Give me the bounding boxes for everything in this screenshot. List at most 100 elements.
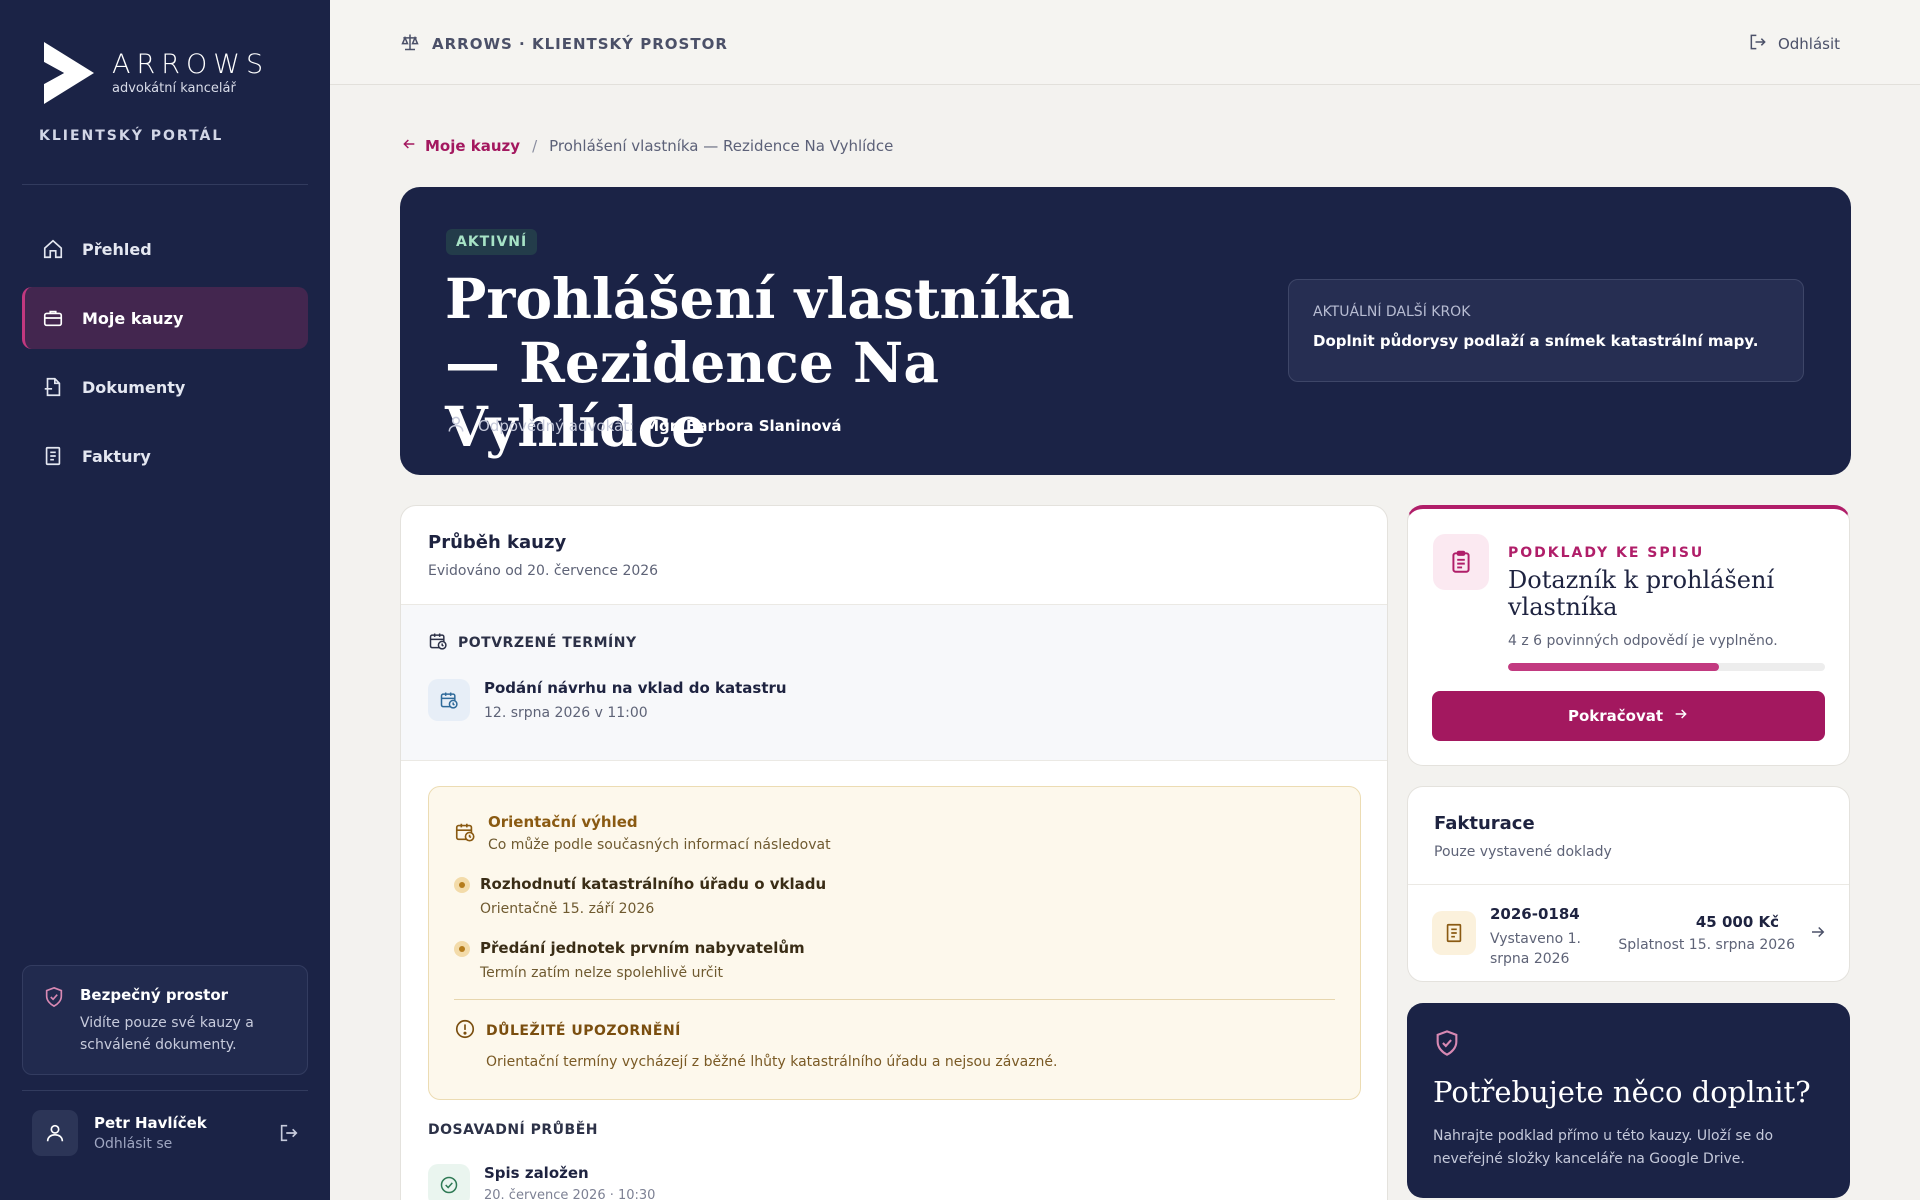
- breadcrumb-back-link[interactable]: Moje kauzy: [401, 136, 520, 156]
- sidebar-divider: [22, 1090, 308, 1091]
- term-date: 12. srpna 2026 v 11:00: [484, 705, 648, 721]
- check-circle-icon: [428, 1164, 470, 1200]
- brand-logo[interactable]: ARROWS advokátní kancelář: [40, 40, 269, 106]
- logout-button[interactable]: Odhlásit: [1748, 32, 1840, 56]
- next-step-text: Doplnit půdorysy podlaží a snímek katast…: [1313, 332, 1759, 350]
- outlook-divider: [454, 999, 1335, 1000]
- warning-text: Orientační termíny vycházejí z běžné lhů…: [486, 1054, 1058, 1070]
- invoice-due: Splatnost 15. srpna 2026: [1618, 937, 1795, 953]
- sidebar-divider: [22, 184, 308, 185]
- secure-space-box: Bezpečný prostor Vidíte pouze své kauzy …: [22, 965, 308, 1075]
- invoice-icon: [1432, 911, 1476, 955]
- outlook-box: Orientační výhled Co může podle současný…: [428, 786, 1361, 1100]
- arrow-right-icon: [1809, 923, 1827, 945]
- list-item: Rozhodnutí katastrálního úřadu o vkladu …: [454, 875, 1335, 917]
- confirmed-terms-label: POTVRZENÉ TERMÍNY: [428, 631, 1360, 655]
- case-progress-card: Průběh kauzy Evidováno od 20. července 2…: [400, 505, 1388, 1200]
- term-title: Podání návrhu na vklad do katastru: [484, 679, 787, 697]
- secure-space-title: Bezpečný prostor: [80, 986, 229, 1004]
- invoice-row[interactable]: 2026-0184 Vystaveno 1. srpna 2026 45 000…: [1408, 885, 1849, 981]
- upload-help-card: Potřebujete něco doplnit? Nahrajte podkl…: [1407, 1003, 1850, 1198]
- next-step-box: AKTUÁLNÍ DALŠÍ KROK Doplnit půdorysy pod…: [1288, 279, 1804, 382]
- shield-check-icon: [43, 986, 65, 1012]
- outlook-item-title: Předání jednotek prvním nabyvatelům: [480, 939, 805, 957]
- outlook-title: Orientační výhled: [488, 813, 638, 831]
- arrow-left-icon: [401, 136, 417, 156]
- status-badge: AKTIVNÍ: [446, 229, 538, 255]
- outlook-item-title: Rozhodnutí katastrálního úřadu o vkladu: [480, 875, 827, 893]
- continue-button[interactable]: Pokračovat: [1432, 691, 1825, 741]
- invoice-issued: Vystaveno 1. srpna 2026: [1490, 931, 1581, 967]
- help-text: Nahrajte podklad přímo u této kauzy. Ulo…: [1433, 1128, 1774, 1167]
- warning-title: DŮLEŽITÉ UPOZORNĚNÍ: [454, 1018, 1335, 1044]
- user-panel: Petr Havlíček Odhlásit se: [32, 1110, 302, 1156]
- alert-circle-icon: [454, 1018, 476, 1044]
- brand-name: ARROWS: [112, 48, 270, 80]
- sidebar-item-label: Dokumenty: [82, 377, 186, 397]
- questionnaire-kicker: PODKLADY KE SPISU: [1508, 545, 1705, 561]
- invoices-title: Fakturace: [1434, 813, 1535, 834]
- shield-check-icon: [1433, 1029, 1461, 1061]
- case-progress-subtitle: Evidováno od 20. července 2026: [428, 563, 659, 579]
- sidebar-item-documents[interactable]: Dokumenty: [22, 356, 308, 418]
- sidebar: ARROWS advokátní kancelář KLIENTSKÝ PORT…: [0, 0, 330, 1200]
- breadcrumb-separator: /: [532, 137, 538, 155]
- list-item: Předání jednotek prvním nabyvatelům Term…: [454, 939, 1335, 981]
- bullet-dot-icon: [454, 877, 470, 893]
- sidebar-item-label: Faktury: [82, 446, 151, 466]
- logout-icon[interactable]: [276, 1120, 302, 1146]
- sidebar-item-overview[interactable]: Přehled: [22, 218, 308, 280]
- case-hero: AKTIVNÍ Prohlášení vlastníka — Rezidence…: [400, 187, 1851, 475]
- questionnaire-card: PODKLADY KE SPISU Dotazník k prohlášení …: [1407, 505, 1850, 766]
- sidebar-item-my-cases[interactable]: Moje kauzy: [22, 287, 308, 349]
- list-item: Podání návrhu na vklad do katastru 12. s…: [428, 679, 1360, 721]
- case-progress-title: Průběh kauzy: [428, 532, 567, 553]
- breadcrumb: Moje kauzy / Prohlášení vlastníka — Rezi…: [401, 136, 893, 156]
- scales-icon: [400, 32, 420, 56]
- list-item: Spis založen 20. července 2026 · 10:30: [428, 1164, 655, 1200]
- questionnaire-progress-bar: [1508, 663, 1825, 671]
- sidebar-nav: Přehled Moje kauzy Dokumenty Faktury: [22, 218, 308, 494]
- calendar-clock-icon: [428, 679, 470, 721]
- sidebar-item-invoices[interactable]: Faktury: [22, 425, 308, 487]
- user-logout-link[interactable]: Odhlásit se: [94, 1136, 276, 1152]
- brand-subtitle: advokátní kancelář: [112, 80, 236, 96]
- questionnaire-progress-text: 4 z 6 povinných odpovědí je vyplněno.: [1508, 633, 1778, 649]
- top-bar: ARROWS · KLIENTSKÝ PROSTOR Odhlásit: [330, 0, 1920, 85]
- outlook-item-subtitle: Orientačně 15. září 2026: [480, 901, 655, 917]
- outlook-subtitle: Co může podle současných informací násle…: [488, 837, 831, 853]
- invoices-subtitle: Pouze vystavené doklady: [1434, 844, 1612, 860]
- questionnaire-progress-fill: [1508, 663, 1720, 671]
- breadcrumb-current: Prohlášení vlastníka — Rezidence Na Vyhl…: [549, 137, 894, 155]
- questionnaire-title: Dotazník k prohlášení vlastníka: [1508, 566, 1775, 621]
- outlook-item-subtitle: Termín zatím nelze spolehlivě určit: [480, 965, 723, 981]
- calendar-clock-icon: [428, 631, 448, 655]
- sidebar-item-label: Moje kauzy: [82, 308, 184, 328]
- confirmed-terms-section: POTVRZENÉ TERMÍNY Podání návrhu na vklad…: [401, 605, 1387, 761]
- user-name: Petr Havlíček: [94, 1114, 207, 1132]
- history-item-date: 20. července 2026 · 10:30: [484, 1188, 656, 1200]
- user-icon: [446, 414, 466, 438]
- sidebar-item-label: Přehled: [82, 239, 152, 259]
- history-section: DOSAVADNÍ PRŮBĚH Spis založen 20. červen…: [428, 1122, 655, 1200]
- invoice-number: 2026-0184: [1490, 905, 1580, 923]
- user-icon: [46, 1124, 64, 1142]
- history-label: DOSAVADNÍ PRŮBĚH: [428, 1122, 598, 1138]
- secure-space-text: Vidíte pouze své kauzy a schválené dokum…: [80, 1015, 254, 1053]
- portal-label: KLIENTSKÝ PORTÁL: [39, 128, 224, 144]
- avatar: [32, 1110, 78, 1156]
- home-icon: [40, 236, 66, 262]
- responsible-lawyer: Odpovědný advokát: Mgr. Barbora Slaninov…: [446, 414, 841, 438]
- help-title: Potřebujete něco doplnit?: [1433, 1075, 1811, 1109]
- invoice-icon: [40, 443, 66, 469]
- invoice-amount: 45 000 Kč: [1695, 913, 1779, 931]
- briefcase-icon: [40, 305, 66, 331]
- bullet-dot-icon: [454, 941, 470, 957]
- calendar-clock-icon: [454, 821, 476, 853]
- lawyer-name: Mgr. Barbora Slaninová: [644, 417, 842, 435]
- arrow-right-icon: [1673, 706, 1689, 726]
- clipboard-icon: [1433, 534, 1489, 590]
- next-step-label: AKTUÁLNÍ DALŠÍ KROK: [1313, 304, 1471, 320]
- topbar-title: ARROWS · KLIENTSKÝ PROSTOR: [400, 32, 728, 56]
- invoices-card: Fakturace Pouze vystavené doklady 2026-0…: [1407, 786, 1850, 982]
